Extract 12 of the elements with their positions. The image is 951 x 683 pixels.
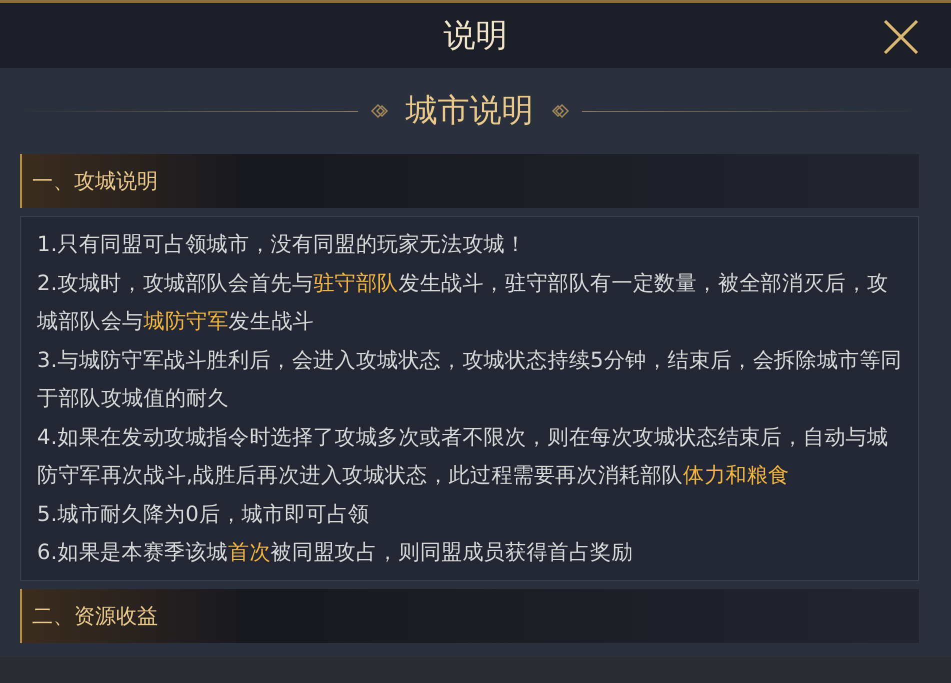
close-button[interactable] <box>881 17 921 57</box>
rule-paragraph: 4.如果在发动攻城指令时选择了攻城多次或者不限次，则在每次攻城状态结束后，自动与城防守军再次战斗,战胜后再次进入攻城状态，此过程需要再次消耗部队体力和粮食 <box>37 424 890 489</box>
rule-paragraph: 1.只有同盟可占领城市，没有同盟的玩家无法攻城！ <box>37 231 528 258</box>
section-title: 二、资源收益 <box>32 602 158 630</box>
rule-paragraph: 2.攻城时，攻城部队会首先与驻守部队发生战斗，驻守部队有一定数量，被全部消灭后，攻城部队会与城防守军发生战斗 <box>37 270 890 335</box>
rule-paragraph: 5.城市耐久降为0后，城市即可占领 <box>37 500 370 528</box>
section-title: 一、攻城说明 <box>32 168 158 195</box>
window-title: 说明 <box>444 14 508 56</box>
section-heading: 城市说明 <box>404 90 534 131</box>
rule-paragraph: 6.如果是本赛季该城首次被同盟攻占，则同盟成员获得首占奖励 <box>37 539 634 566</box>
diamond-icon <box>550 102 572 120</box>
rule-paragraph: 3.与城防守军战斗胜利后，会进入攻城状态，攻城状态持续5分钟，结束后，会拆除城市等同于部队攻城值的耐久 <box>37 346 903 412</box>
